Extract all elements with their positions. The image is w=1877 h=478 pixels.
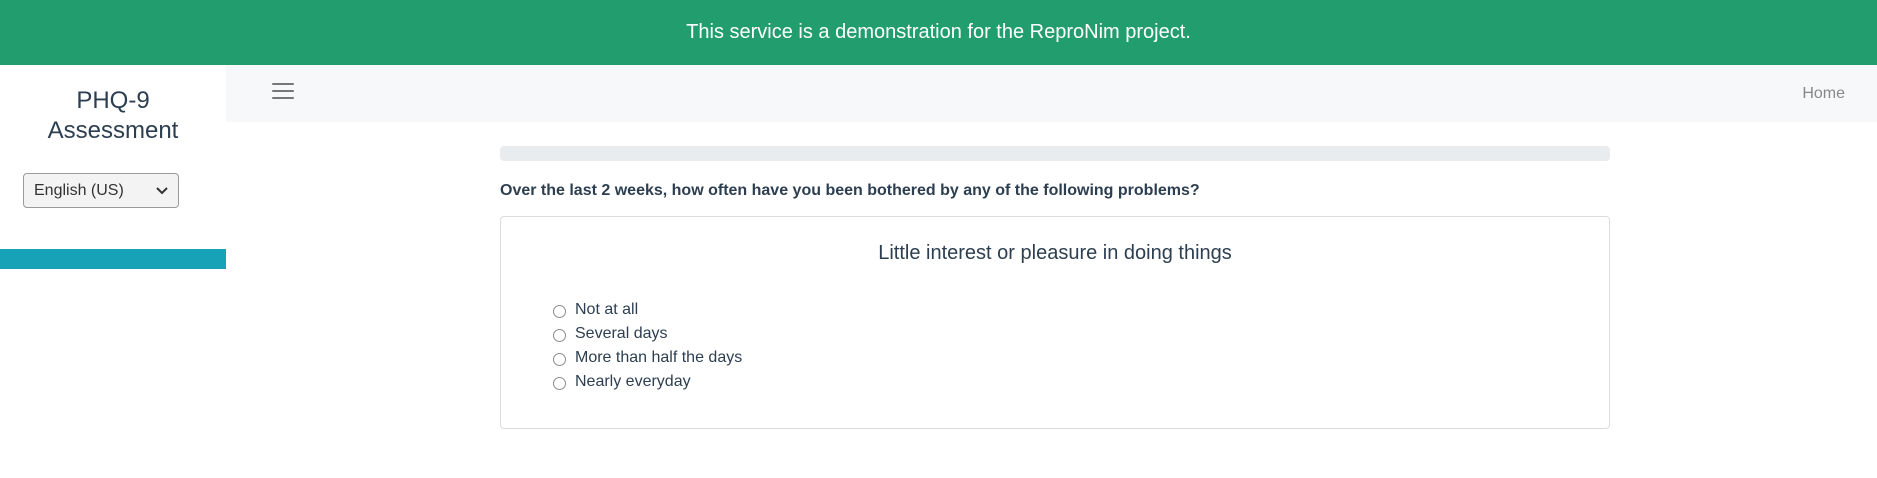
- demo-banner: This service is a demonstration for the …: [0, 0, 1877, 65]
- sidebar-progress-fill: [0, 249, 226, 269]
- top-navbar: Home: [226, 65, 1877, 122]
- question-card: Little interest or pleasure in doing thi…: [500, 216, 1610, 429]
- survey-preamble: Over the last 2 weeks, how often have yo…: [500, 182, 1200, 199]
- radio-button[interactable]: [553, 329, 566, 342]
- radio-button[interactable]: [553, 353, 566, 366]
- home-link[interactable]: Home: [1802, 85, 1845, 103]
- answer-option-label: Not at all: [575, 301, 639, 318]
- app-layout: PHQ-9 Assessment English (US) Home Over …: [0, 65, 1877, 478]
- language-select-value: English (US): [34, 181, 124, 199]
- answer-option[interactable]: More than half the days: [553, 346, 742, 370]
- answer-option[interactable]: Not at all: [553, 298, 742, 322]
- answer-options: Not at all Several days More than half the…: [553, 298, 742, 394]
- radio-button[interactable]: [553, 305, 566, 318]
- answer-option[interactable]: Nearly everyday: [553, 370, 742, 394]
- question-text: Little interest or pleasure in doing thi…: [878, 242, 1232, 264]
- chevron-down-icon: [156, 186, 168, 194]
- answer-option-label: Nearly everyday: [575, 373, 691, 390]
- answer-option-label: Several days: [575, 325, 668, 342]
- survey-content: Over the last 2 weeks, how often have yo…: [500, 146, 1610, 429]
- answer-option-label: More than half the days: [575, 349, 743, 366]
- assessment-title: PHQ-9 Assessment: [47, 87, 179, 144]
- hamburger-icon[interactable]: [272, 83, 294, 101]
- survey-progress-bar: [500, 146, 1610, 161]
- banner-text: This service is a demonstration for the …: [686, 21, 1191, 43]
- radio-button[interactable]: [553, 377, 566, 390]
- main-area: Home Over the last 2 weeks, how often ha…: [226, 65, 1877, 478]
- sidebar-progress-bar: [0, 249, 226, 269]
- sidebar: PHQ-9 Assessment English (US): [0, 65, 226, 478]
- language-select[interactable]: English (US): [23, 173, 179, 208]
- answer-option[interactable]: Several days: [553, 322, 742, 346]
